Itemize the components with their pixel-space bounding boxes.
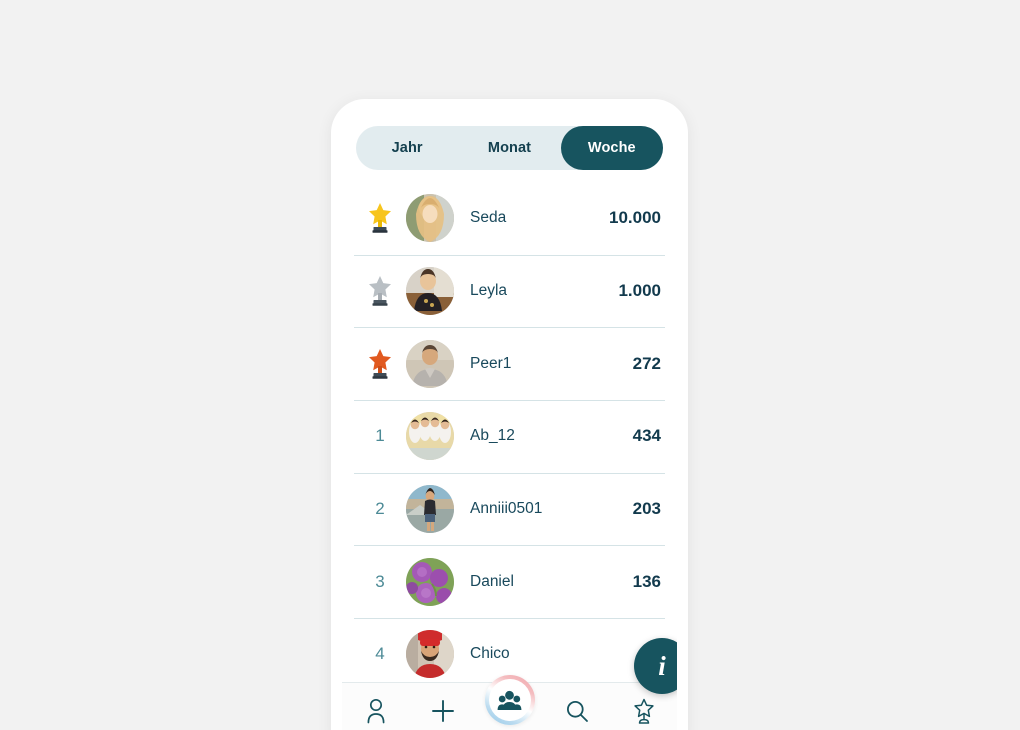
player-score: 1.000 <box>618 281 661 301</box>
plus-icon <box>431 699 455 723</box>
player-name: Peer1 <box>470 354 512 372</box>
trophy-outline-icon <box>632 698 656 725</box>
rank-number: 4 <box>375 644 385 664</box>
info-icon: i <box>658 650 666 681</box>
segment-monat[interactable]: Monat <box>458 126 560 170</box>
bronze-trophy-icon <box>367 348 393 380</box>
table-row[interactable]: 1 Ab_12 434 <box>342 400 677 473</box>
segment-woche-label: Woche <box>587 140 636 156</box>
silver-trophy-icon <box>367 275 393 307</box>
search-icon <box>565 699 589 723</box>
player-name: Ab_12 <box>470 427 515 445</box>
avatar[interactable] <box>406 194 454 243</box>
table-row[interactable]: 2 Anniii0501 203 <box>342 472 677 546</box>
player-name: Chico <box>470 645 510 663</box>
rank-cell: 4 <box>354 644 406 664</box>
avatar[interactable] <box>406 339 454 388</box>
nav-item-profile[interactable] <box>342 683 409 730</box>
table-row[interactable]: Peer1 272 <box>342 327 677 400</box>
player-name: Seda <box>470 209 507 227</box>
player-score: 10.000 <box>609 208 661 228</box>
player-score: 434 <box>632 426 661 446</box>
period-segmented-control[interactable]: Jahr Monat Woche <box>356 126 663 170</box>
player-score: 272 <box>632 353 661 373</box>
nav-item-community[interactable] <box>476 675 543 730</box>
person-icon <box>365 698 387 724</box>
phone-frame: Jahr Monat Woche Seda 10.000 Leyla 1.000… <box>331 99 688 730</box>
community-icon <box>497 690 522 711</box>
phone-screen: Jahr Monat Woche Seda 10.000 Leyla 1.000… <box>342 110 677 730</box>
player-name: Daniel <box>470 572 514 590</box>
leaderboard-list: Seda 10.000 Leyla 1.000 Peer1 272 1 Ab_1… <box>342 182 677 694</box>
bottom-navigation-bar <box>342 675 677 730</box>
segment-woche[interactable]: Woche <box>560 126 663 170</box>
avatar[interactable] <box>406 630 454 679</box>
segment-jahr[interactable]: Jahr <box>356 126 458 170</box>
rank-number: 2 <box>375 499 385 519</box>
player-score: 136 <box>632 571 661 591</box>
active-indicator-ring <box>484 675 535 725</box>
avatar[interactable] <box>406 267 454 316</box>
player-score: 203 <box>632 499 661 519</box>
table-row[interactable]: 3 Daniel 136 <box>342 545 677 618</box>
rank-number: 1 <box>375 426 385 446</box>
avatar[interactable] <box>406 485 454 534</box>
rank-cell <box>354 275 406 307</box>
rank-cell <box>354 348 406 380</box>
rank-cell: 2 <box>354 499 406 519</box>
avatar[interactable] <box>406 412 454 461</box>
player-name: Anniii0501 <box>470 500 543 518</box>
table-row[interactable]: Leyla 1.000 <box>342 254 677 328</box>
rank-cell <box>354 202 406 234</box>
rank-cell: 1 <box>354 426 406 446</box>
table-row[interactable]: Seda 10.000 <box>342 182 677 255</box>
rank-cell: 3 <box>354 572 406 592</box>
rank-number: 3 <box>375 571 385 591</box>
segment-jahr-label: Jahr <box>391 140 423 156</box>
segment-monat-label: Monat <box>487 140 532 156</box>
nav-item-add[interactable] <box>409 683 476 730</box>
gold-trophy-icon <box>367 202 393 234</box>
nav-item-search[interactable] <box>543 683 610 730</box>
player-name: Leyla <box>470 282 508 300</box>
avatar[interactable] <box>406 557 454 606</box>
